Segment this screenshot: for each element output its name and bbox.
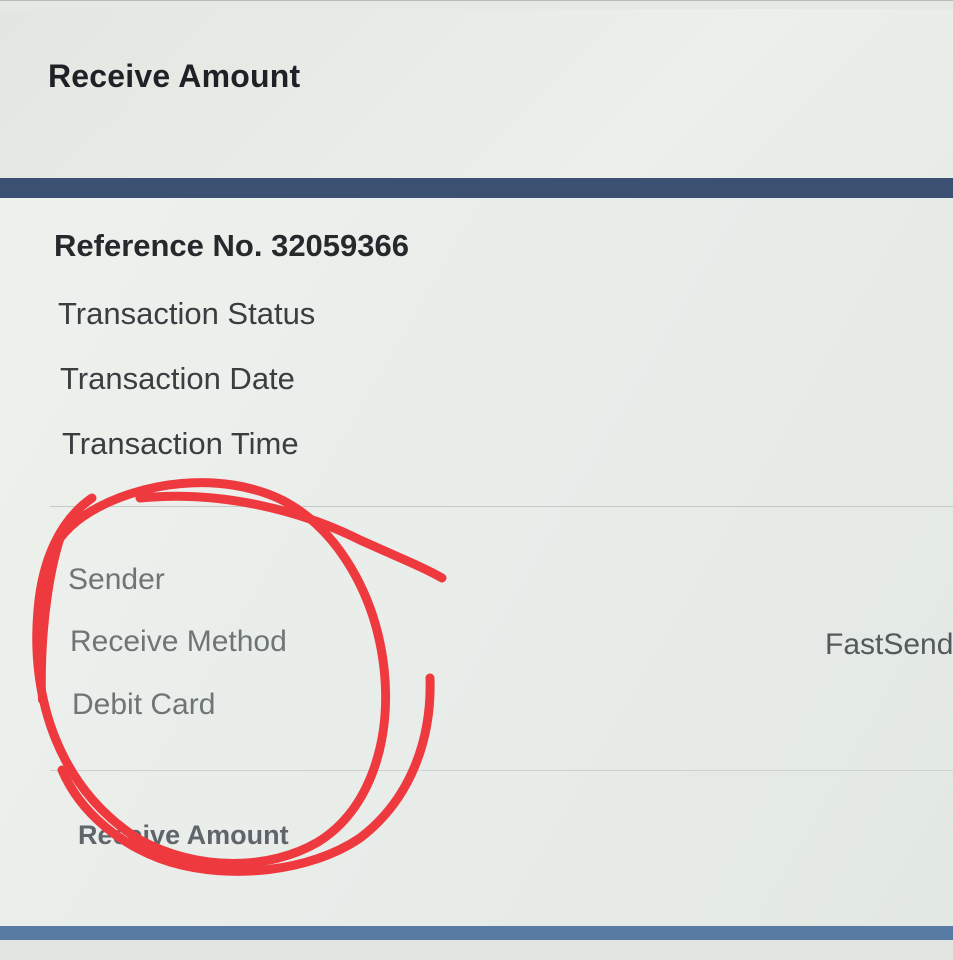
- transaction-date-label: Transaction Date: [60, 361, 295, 396]
- transaction-time-label: Transaction Time: [62, 426, 299, 461]
- receive-amount-label: Receive Amount: [78, 820, 289, 850]
- footer-area: [0, 940, 953, 960]
- screenshot: Receive Amount Reference No. 32059366 Tr…: [0, 0, 953, 960]
- top-strip: [0, 0, 953, 9]
- transaction-status-label: Transaction Status: [58, 296, 316, 331]
- section-divider: [50, 506, 953, 507]
- details-divider: [50, 770, 953, 771]
- page-title: Receive Amount: [48, 58, 301, 94]
- debit-card-label: Debit Card: [72, 688, 216, 721]
- reference-number: Reference No. 32059366: [54, 228, 410, 263]
- footer-bar: [0, 926, 953, 940]
- receive-method-label: Receive Method: [70, 625, 287, 658]
- section-header-bar: [0, 178, 953, 198]
- sender-label: Sender: [68, 563, 165, 596]
- receive-method-value: FastSend: [825, 628, 953, 661]
